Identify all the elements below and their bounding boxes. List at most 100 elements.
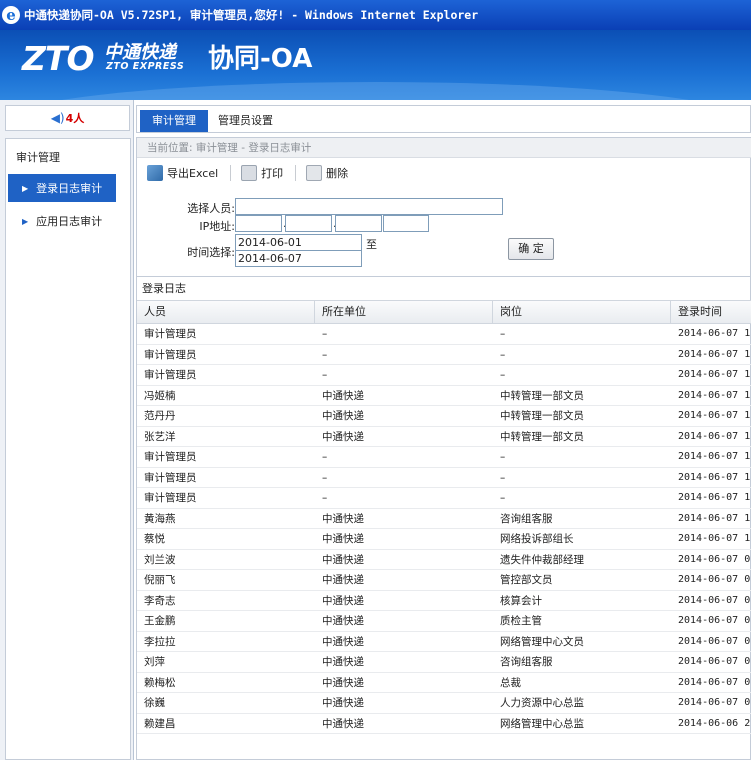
- print-label: 打印: [261, 167, 284, 180]
- table-row[interactable]: 审计管理员 – – 2014-06-07 1: [137, 468, 751, 488]
- cell-position: 网络投诉部组长: [500, 533, 574, 545]
- cell-position: 遗失件仲裁部经理: [500, 553, 584, 566]
- cell-login-time: 2014-06-07 0: [678, 574, 751, 585]
- cell-login-time: 2014-06-07 1: [678, 533, 751, 544]
- column-header-person[interactable]: 人员: [137, 301, 315, 323]
- table-row[interactable]: 蔡悦 中通快递 网络投诉部组长 2014-06-07 1: [137, 529, 751, 550]
- table-row[interactable]: 刘萍 中通快递 咨询组客服 2014-06-07 0: [137, 652, 751, 673]
- cell-person: 冯姬楠: [144, 389, 176, 402]
- table-row[interactable]: 审计管理员 – – 2014-06-07 1: [137, 365, 751, 386]
- end-date-input[interactable]: 2014-06-07: [235, 250, 362, 267]
- logo-english-name: ZTO EXPRESS: [106, 61, 185, 72]
- sidebar-item-app-log-audit[interactable]: ▶ 应用日志审计: [8, 207, 116, 235]
- table-body: 审计管理员 – –2014-06-07 1 审计管理员 – –2014-06-07 1 审计…: [137, 324, 751, 734]
- cell-person: 范丹丹: [144, 410, 176, 422]
- cell-position: –: [500, 451, 506, 463]
- person-input[interactable]: [235, 198, 503, 215]
- cell-unit: 中通快递: [322, 676, 364, 689]
- cell-position: 人力资源中心总监: [500, 697, 584, 709]
- cell-login-time: 2014-06-06 2: [678, 717, 751, 729]
- cell-unit: 中通快递: [322, 656, 364, 668]
- app-banner: ZTO 中通快递 ZTO EXPRESS 协同-OA: [0, 30, 751, 100]
- cell-position: –: [500, 348, 506, 361]
- toolbar-divider: [295, 165, 297, 181]
- table-row[interactable]: 赖建昌 中通快递 网络管理中心总监 2014-06-06 2: [137, 714, 751, 734]
- sidebar-item-label: 应用日志审计: [36, 215, 103, 228]
- table-row[interactable]: 范丹丹 中通快递 中转管理一部文员 2014-06-07 1: [137, 406, 751, 427]
- table-header: 人员 所在单位 岗位 登录时间: [137, 300, 751, 324]
- cell-position: 中转管理一部文员: [500, 410, 584, 422]
- export-excel-button[interactable]: 导出Excel: [147, 165, 218, 181]
- cell-unit: –: [322, 451, 328, 463]
- cell-person: 张艺洋: [144, 430, 176, 443]
- table-row[interactable]: 王金鹏 中通快递 质检主管 2014-06-07 0: [137, 611, 751, 632]
- excel-export-icon: [147, 165, 163, 181]
- cell-unit: 中通快递: [322, 553, 364, 566]
- cell-unit: 中通快递: [322, 533, 364, 545]
- column-header-position[interactable]: 岗位: [493, 301, 671, 323]
- table-row[interactable]: 李拉拉 中通快递 网络管理中心文员 2014-06-07 0: [137, 632, 751, 652]
- column-header-unit[interactable]: 所在单位: [315, 301, 493, 323]
- internet-explorer-icon: e: [2, 6, 20, 24]
- table-row[interactable]: 张艺洋 中通快递 中转管理一部文员 2014-06-07 1: [137, 427, 751, 447]
- online-users-indicator[interactable]: ◀) 4人: [5, 105, 130, 131]
- cell-login-time: 2014-06-07 1: [678, 512, 751, 524]
- tab-admin-settings[interactable]: 管理员设置: [206, 110, 285, 132]
- sidebar-menu: 审计管理 ▶ 登录日志审计 ▶ 应用日志审计: [5, 138, 131, 760]
- cell-person: 黄海燕: [144, 512, 176, 525]
- tab-bar: 审计管理 管理员设置: [136, 105, 751, 133]
- cell-position: 网络管理中心文员: [500, 635, 584, 648]
- table-row[interactable]: 黄海燕 中通快递 咨询组客服 2014-06-07 1: [137, 509, 751, 529]
- cell-login-time: 2014-06-07 1: [678, 328, 751, 339]
- cell-unit: 中通快递: [322, 512, 364, 525]
- table-row[interactable]: 审计管理员 – – 2014-06-07 1: [137, 345, 751, 365]
- cell-person: 王金鹏: [144, 615, 176, 627]
- start-date-input[interactable]: 2014-06-01: [235, 234, 362, 251]
- cell-position: 咨询组客服: [500, 656, 553, 668]
- chevron-right-icon: ▶: [22, 216, 29, 226]
- ip-octet-1-input[interactable]: [235, 215, 282, 232]
- tab-audit-management[interactable]: 审计管理: [140, 110, 208, 132]
- table-row[interactable]: 倪丽飞 中通快递 管控部文员 2014-06-07 0: [137, 570, 751, 591]
- table-row[interactable]: 赖梅松 中通快递 总裁 2014-06-07 0: [137, 673, 751, 693]
- table-row[interactable]: 审计管理员 – – 2014-06-07 1: [137, 447, 751, 468]
- login-log-title: 登录日志: [137, 276, 751, 300]
- table-row[interactable]: 冯姬楠 中通快递 中转管理一部文员 2014-06-07 1: [137, 386, 751, 406]
- table-row[interactable]: 刘兰波 中通快递 遗失件仲裁部经理 2014-06-07 0: [137, 550, 751, 570]
- sidebar: ◀) 4人 审计管理 ▶ 登录日志审计 ▶ 应用日志审计: [0, 100, 134, 760]
- table-row[interactable]: 审计管理员 – – 2014-06-07 1: [137, 324, 751, 345]
- cell-position: 管控部文员: [500, 574, 553, 586]
- main-area: 审计管理 管理员设置 当前位置: 审计管理 - 登录日志审计 导出Excel 打…: [136, 100, 751, 760]
- cell-login-time: 2014-06-07 0: [678, 635, 751, 647]
- cell-person: 李拉拉: [144, 635, 176, 648]
- table-row[interactable]: 李奇志 中通快递 核算会计 2014-06-07 0: [137, 591, 751, 611]
- cell-position: –: [500, 369, 506, 381]
- confirm-button[interactable]: 确 定: [508, 238, 554, 260]
- table-row[interactable]: 审计管理员 – – 2014-06-07 1: [137, 488, 751, 509]
- cell-position: 网络管理中心总监: [500, 717, 584, 730]
- cell-person: 审计管理员: [144, 328, 197, 340]
- cell-login-time: 2014-06-07 1: [678, 369, 751, 380]
- window-titlebar: e 中通快递协同-OA V5.72SP1, 审计管理员,您好! - Window…: [0, 0, 751, 30]
- person-label: 选择人员:: [187, 202, 235, 215]
- cell-person: 审计管理员: [144, 369, 197, 381]
- cell-position: 中转管理一部文员: [500, 430, 584, 443]
- cell-position: 核算会计: [500, 594, 542, 607]
- delete-button[interactable]: 删除: [306, 165, 348, 181]
- sidebar-item-login-log-audit[interactable]: ▶ 登录日志审计: [8, 174, 116, 202]
- table-row[interactable]: 徐巍 中通快递 人力资源中心总监 2014-06-07 0: [137, 693, 751, 714]
- ip-octet-3-input[interactable]: [335, 215, 382, 232]
- ip-octet-4-input[interactable]: [383, 215, 429, 232]
- cell-person: 蔡悦: [144, 533, 165, 545]
- toolbar-divider: [230, 165, 232, 181]
- app-name: 协同-OA: [208, 44, 313, 74]
- ip-octet-2-input[interactable]: [285, 215, 332, 232]
- cell-login-time: 2014-06-07 1: [678, 451, 751, 462]
- column-header-login-time[interactable]: 登录时间: [671, 301, 751, 323]
- cell-person: 审计管理员: [144, 492, 197, 504]
- print-button[interactable]: 打印: [241, 165, 283, 181]
- toolbar: 导出Excel 打印 删除: [137, 160, 751, 186]
- cell-unit: 中通快递: [322, 635, 364, 648]
- cell-unit: 中通快递: [322, 697, 364, 709]
- cell-unit: 中通快递: [322, 410, 364, 422]
